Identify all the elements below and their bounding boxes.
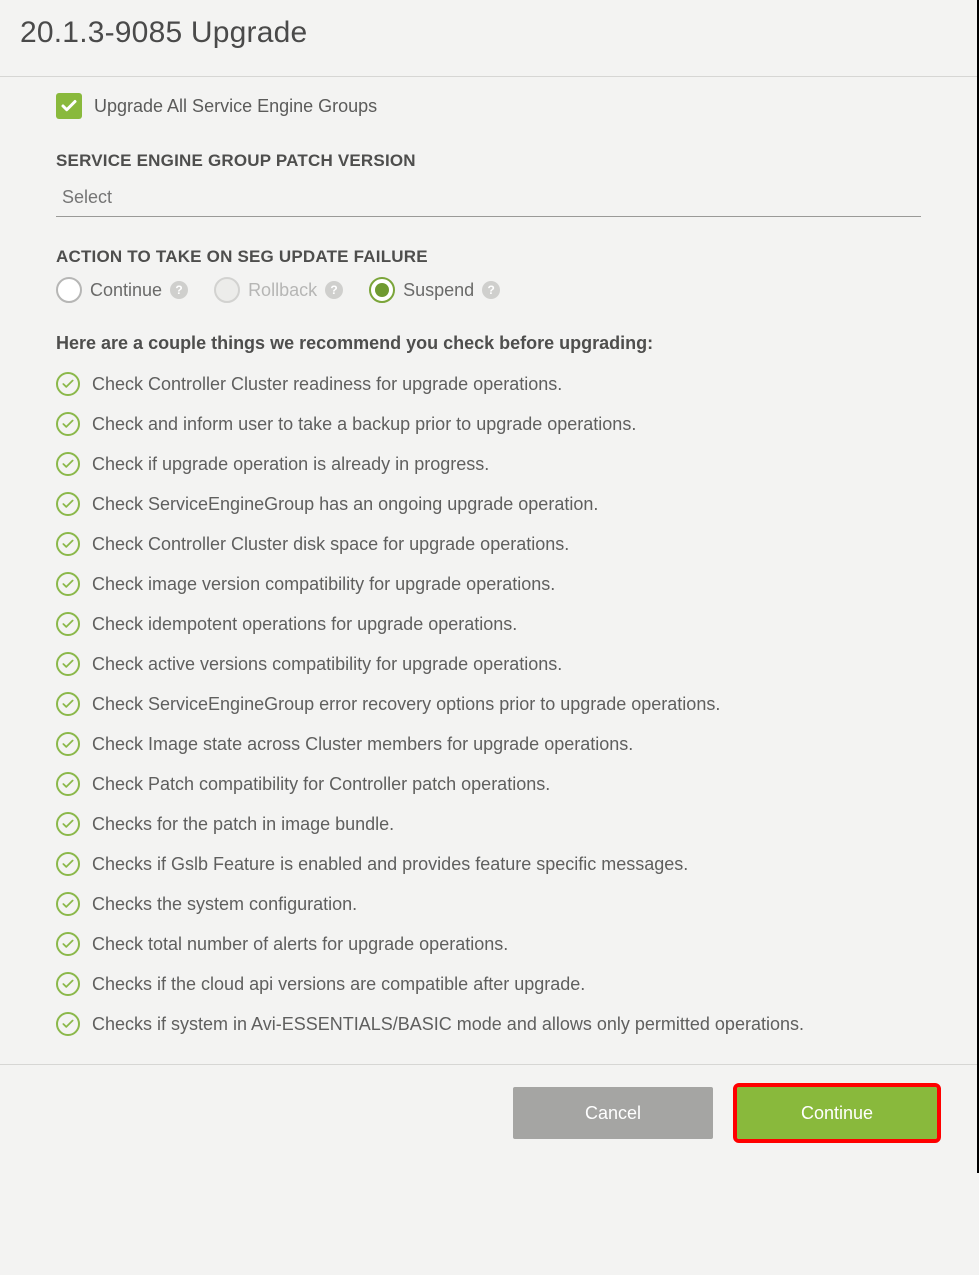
check-item-text: Check ServiceEngineGroup error recovery … (92, 694, 720, 715)
check-pass-icon (56, 492, 80, 516)
list-item: Check ServiceEngineGroup error recovery … (56, 692, 921, 716)
list-item: Check image version compatibility for up… (56, 572, 921, 596)
radio-rollback-label: Rollback (248, 280, 317, 301)
check-pass-icon (56, 692, 80, 716)
list-item: Checks if the cloud api versions are com… (56, 972, 921, 996)
check-pass-icon (56, 932, 80, 956)
check-item-text: Checks if the cloud api versions are com… (92, 974, 585, 995)
patch-version-select[interactable] (56, 181, 921, 217)
check-item-text: Check Controller Cluster readiness for u… (92, 374, 562, 395)
check-item-text: Check if upgrade operation is already in… (92, 454, 489, 475)
check-item-text: Check Patch compatibility for Controller… (92, 774, 550, 795)
check-pass-icon (56, 452, 80, 476)
help-icon[interactable]: ? (482, 281, 500, 299)
check-pass-icon (56, 852, 80, 876)
check-item-text: Checks the system configuration. (92, 894, 357, 915)
radio-continue-label: Continue (90, 280, 162, 301)
check-item-text: Checks if system in Avi-ESSENTIALS/BASIC… (92, 1014, 804, 1035)
check-pass-icon (56, 612, 80, 636)
check-item-text: Check total number of alerts for upgrade… (92, 934, 508, 955)
page-title: 20.1.3-9085 Upgrade (20, 16, 957, 50)
check-item-text: Check ServiceEngineGroup has an ongoing … (92, 494, 598, 515)
check-pass-icon (56, 1012, 80, 1036)
list-item: Check if upgrade operation is already in… (56, 452, 921, 476)
list-item: Checks if Gslb Feature is enabled and pr… (56, 852, 921, 876)
list-item: Check ServiceEngineGroup has an ongoing … (56, 492, 921, 516)
list-item: Check Patch compatibility for Controller… (56, 772, 921, 796)
list-item: Check idempotent operations for upgrade … (56, 612, 921, 636)
list-item: Check and inform user to take a backup p… (56, 412, 921, 436)
check-item-text: Checks if Gslb Feature is enabled and pr… (92, 854, 688, 875)
patch-version-label: SERVICE ENGINE GROUP PATCH VERSION (56, 151, 921, 171)
recommend-intro: Here are a couple things we recommend yo… (56, 333, 921, 354)
upgrade-all-label: Upgrade All Service Engine Groups (94, 96, 377, 117)
radio-rollback[interactable]: Rollback ? (214, 277, 343, 303)
list-item: Check active versions compatibility for … (56, 652, 921, 676)
check-pass-icon (56, 812, 80, 836)
check-item-text: Check and inform user to take a backup p… (92, 414, 636, 435)
list-item: Check total number of alerts for upgrade… (56, 932, 921, 956)
list-item: Check Controller Cluster disk space for … (56, 532, 921, 556)
footer: Cancel Continue (0, 1064, 977, 1173)
list-item: Checks if system in Avi-ESSENTIALS/BASIC… (56, 1012, 921, 1036)
upgrade-all-checkbox[interactable]: Upgrade All Service Engine Groups (56, 93, 921, 119)
checkmark-icon (56, 93, 82, 119)
continue-button[interactable]: Continue (737, 1087, 937, 1139)
check-item-text: Check Image state across Cluster members… (92, 734, 633, 755)
help-icon[interactable]: ? (170, 281, 188, 299)
check-pass-icon (56, 972, 80, 996)
check-pass-icon (56, 572, 80, 596)
check-item-text: Check idempotent operations for upgrade … (92, 614, 517, 635)
check-pass-icon (56, 652, 80, 676)
check-item-text: Check Controller Cluster disk space for … (92, 534, 569, 555)
failure-action-group: Continue ? Rollback ? Suspend ? (56, 277, 921, 303)
failure-action-label: ACTION TO TAKE ON SEG UPDATE FAILURE (56, 247, 921, 267)
radio-continue[interactable]: Continue ? (56, 277, 188, 303)
radio-icon (369, 277, 395, 303)
check-pass-icon (56, 732, 80, 756)
radio-suspend[interactable]: Suspend ? (369, 277, 500, 303)
check-item-text: Checks for the patch in image bundle. (92, 814, 394, 835)
check-item-text: Check image version compatibility for up… (92, 574, 555, 595)
radio-suspend-label: Suspend (403, 280, 474, 301)
cancel-button[interactable]: Cancel (513, 1087, 713, 1139)
check-pass-icon (56, 372, 80, 396)
list-item: Checks for the patch in image bundle. (56, 812, 921, 836)
list-item: Checks the system configuration. (56, 892, 921, 916)
radio-icon (214, 277, 240, 303)
check-pass-icon (56, 532, 80, 556)
list-item: Check Controller Cluster readiness for u… (56, 372, 921, 396)
recommend-list: Check Controller Cluster readiness for u… (56, 372, 921, 1036)
check-pass-icon (56, 892, 80, 916)
radio-icon (56, 277, 82, 303)
list-item: Check Image state across Cluster members… (56, 732, 921, 756)
help-icon[interactable]: ? (325, 281, 343, 299)
check-item-text: Check active versions compatibility for … (92, 654, 562, 675)
check-pass-icon (56, 772, 80, 796)
check-pass-icon (56, 412, 80, 436)
